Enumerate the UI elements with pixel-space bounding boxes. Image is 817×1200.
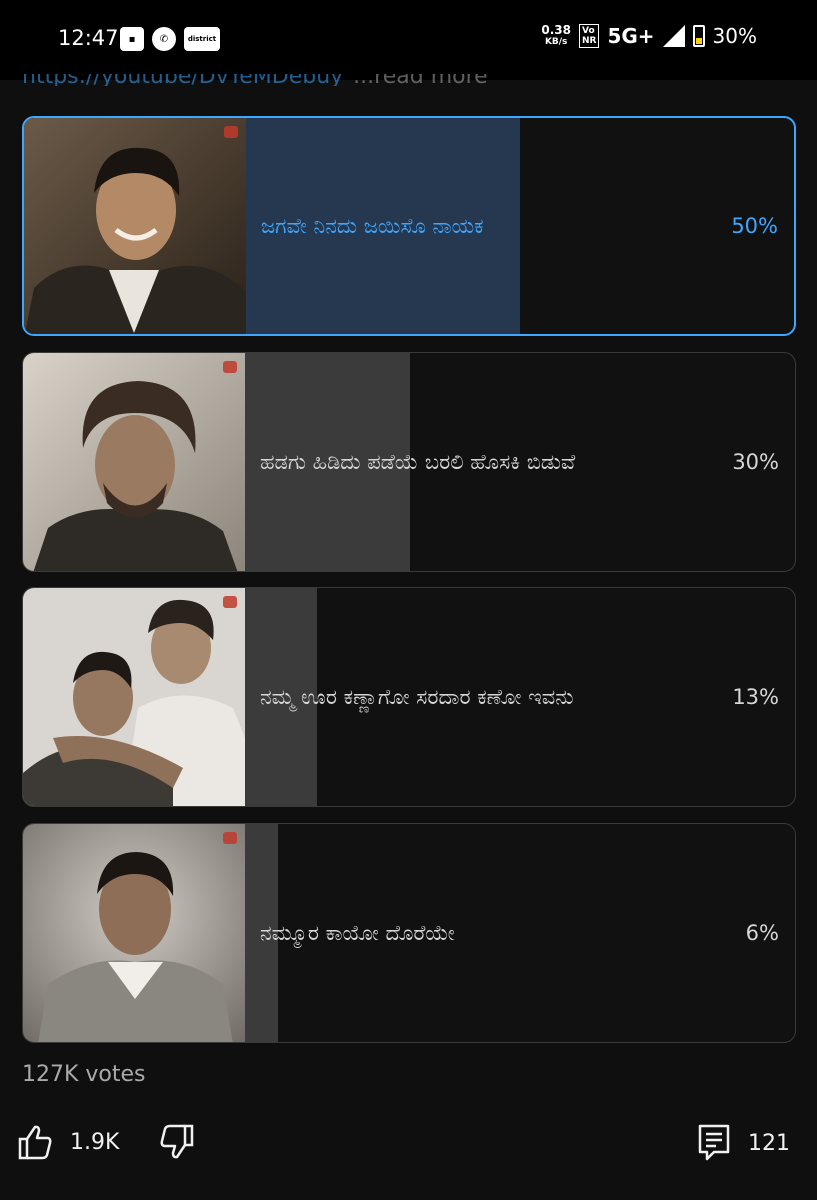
label-logo-icon [224, 126, 238, 138]
poll-option-1[interactable]: ಜಗವೇ ನಿನದು ಜಯಿಸೊ ನಾಯಕ 50% [22, 116, 796, 336]
battery-percent: 30% [712, 24, 757, 48]
net-speed-unit: KB/s [544, 37, 568, 47]
action-bar: 1.9K 121 [0, 1120, 817, 1170]
portrait-image [23, 588, 245, 806]
status-bar: 12:47 ▪ ✆ district 0.38 KB/s Vo NR 5G+ 3… [0, 0, 817, 80]
poll-option-2[interactable]: ಹಡಗು ಹಿಡಿದು ಪಡೆಯೆ ಬರಲಿ ಹೊಸಕಿ ಬಿಡುವೆ 30% [22, 352, 796, 572]
poll-option-label: ಜಗವೇ ನಿನದು ಜಯಿಸೊ ನಾಯಕ [261, 213, 484, 238]
poll-option-image [23, 588, 245, 806]
poll-option-image [23, 353, 245, 571]
portrait-image [23, 353, 245, 571]
label-logo-icon [223, 361, 237, 373]
remote-icon: ▪ [120, 27, 144, 51]
like-button[interactable]: 1.9K [18, 1124, 119, 1160]
label-logo-icon [223, 832, 237, 844]
poll-option-percent: 6% [745, 921, 779, 945]
volte-text: Vo NR [581, 26, 597, 46]
poll-option-label: ನಮ್ಮೂರ ಕಾಯೋ ದೊರೆಯೇ [260, 920, 455, 945]
dislike-button[interactable] [160, 1124, 194, 1160]
poll-option-percent: 50% [731, 214, 778, 238]
comments-button[interactable]: 121 [698, 1124, 790, 1162]
status-time: 12:47 [58, 26, 119, 50]
portrait-image [23, 824, 245, 1042]
district-app-icon: district [184, 27, 220, 51]
portrait-image [24, 118, 246, 334]
poll-option-label: ನಮ್ಮ ಊರ ಕಣ್ಣಾಗೋ ಸರದಾರ ಕಣೋ ಇವನು [260, 684, 574, 709]
vote-count: 127K votes [22, 1062, 146, 1087]
comment-icon [698, 1124, 730, 1161]
phone-icon: ✆ [152, 27, 176, 51]
signal-icon [662, 25, 685, 47]
poll-option-percent: 13% [732, 685, 779, 709]
poll-option-image [23, 824, 245, 1042]
thumbs-down-icon [160, 1124, 194, 1159]
net-speed: 0.38 KB/s [541, 24, 571, 48]
battery-icon [692, 25, 705, 47]
network-type: 5G+ [607, 24, 655, 48]
thumbs-up-icon [18, 1125, 52, 1160]
poll-option-label: ಹಡಗು ಹಿಡಿದು ಪಡೆಯೆ ಬರಲಿ ಹೊಸಕಿ ಬಿಡುವೆ [260, 449, 576, 474]
net-speed-value: 0.38 [541, 23, 571, 37]
status-right: 0.38 KB/s Vo NR 5G+ 30% [541, 24, 757, 48]
poll-option-3[interactable]: ನಮ್ಮ ಊರ ಕಣ್ಣಾಗೋ ಸರದಾರ ಕಣೋ ಇವನು 13% [22, 587, 796, 807]
poll-option-4[interactable]: ನಮ್ಮೂರ ಕಾಯೋ ದೊರೆಯೇ 6% [22, 823, 796, 1043]
district-label: district [187, 35, 217, 43]
poll-option-image [24, 118, 246, 334]
comment-count: 121 [748, 1130, 790, 1156]
status-left-icons: ▪ ✆ district [120, 27, 220, 51]
volte-badge: Vo NR [578, 24, 600, 48]
label-logo-icon [223, 596, 237, 608]
like-count: 1.9K [70, 1129, 120, 1155]
poll-option-percent: 30% [732, 450, 779, 474]
